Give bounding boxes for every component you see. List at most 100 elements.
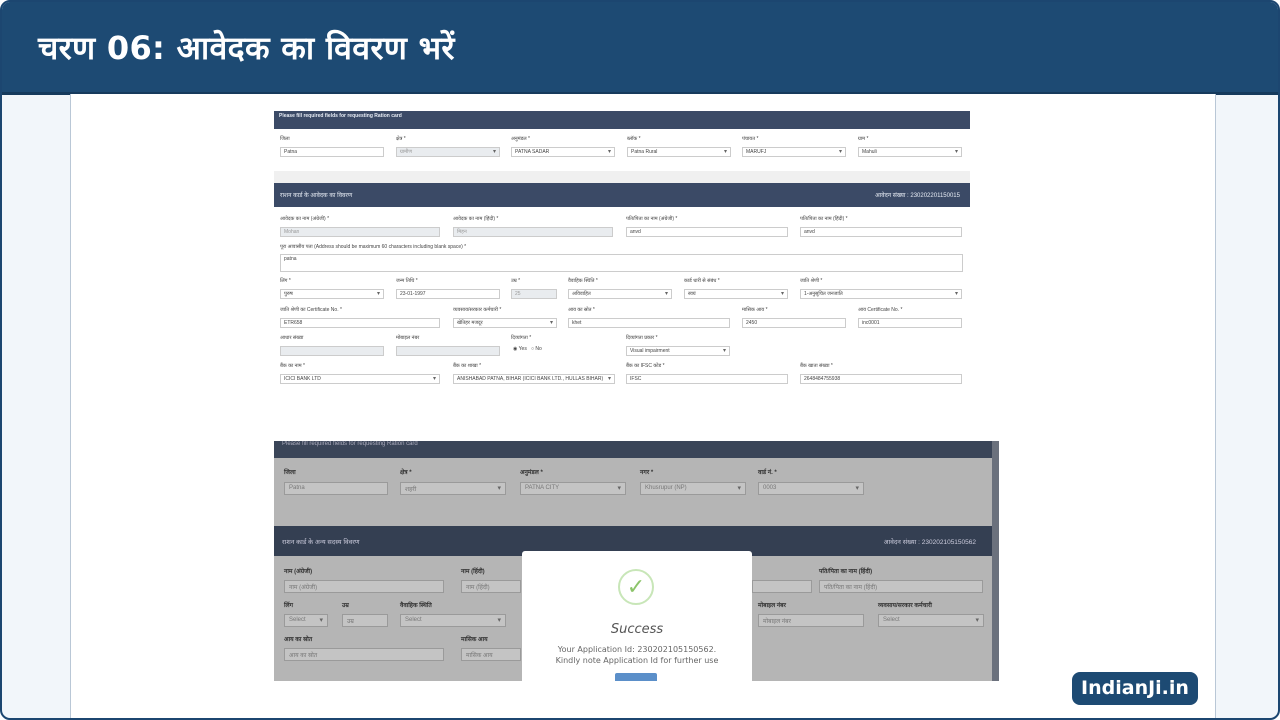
name-eng-field[interactable]: Mohan [280,227,440,237]
application-number: आवेदन संख्या : 230202201150015 [875,193,960,199]
village-label: ग्राम * [858,136,869,142]
section-title: राशन कार्ड के अन्य सदस्य विवरण [282,539,360,546]
monthly-income-label: मासिक आय [461,637,488,643]
form-notice: Please fill required fields for requesti… [279,113,402,119]
account-field[interactable]: 2648484755938 [800,374,962,384]
name-hin-field[interactable]: मिहन [453,227,613,237]
section-gap [274,171,970,183]
area-label: क्षेत्र * [396,136,406,142]
dob-label: जन्म तिथि * [396,278,418,284]
mobile-field[interactable]: मोबाइल नंबर [758,614,864,627]
account-label: बैंक खाता संख्या * [800,363,833,369]
aadhaar-field[interactable] [280,346,384,356]
title-banner: चरण 06: आवेदक का विवरण भरें [2,2,1278,95]
ward-label: वार्ड नं. * [758,470,777,476]
income-source-label: आय का स्रोत * [568,307,595,313]
panchayat-label: पंचायत * [742,136,759,142]
caste-cert-label: जाति श्रेणी का Certificate No. * [280,307,342,313]
monthly-income-field[interactable]: 2450 [742,318,846,328]
caste-label: जाति श्रेणी * [800,278,823,284]
subdivision-select[interactable]: PATNA SADAR [511,147,615,157]
bank-name-label: बैंक का नाम * [280,363,306,369]
form-notice-bar: Please fill required fields for requesti… [274,441,992,458]
gender-label: लिंग * [280,278,291,284]
gender-label: लिंग [284,603,294,609]
husband-hin-label: पति/पिता का नाम (हिंदी) * [800,216,848,222]
page-title: चरण 06: आवेदक का विवरण भरें [38,29,455,67]
panchayat-select[interactable]: MARUFJ [742,147,846,157]
area-select[interactable]: ग्रामीण [396,147,500,157]
occupation-label: व्यवसाय/सरकार कर्मचारी [878,603,932,609]
city-select[interactable]: Khusrupur (NP) [640,482,746,495]
income-cert-field[interactable]: inc0001 [858,318,962,328]
income-source-field[interactable]: आय का स्रोत [284,648,444,661]
marital-select[interactable]: अविवाहित [568,289,672,299]
disability-yes-label: Yes [518,346,527,352]
city-label: नगर * [640,470,654,476]
ifsc-label: बैंक का IFSC कोड * [626,363,665,369]
husband-eng-field[interactable]: anvd [626,227,788,237]
income-cert-label: आय Certificate No. * [858,307,903,313]
ward-select[interactable]: 0003 [758,482,864,495]
dob-field[interactable]: 23-01-1997 [396,289,500,299]
husband-eng-field[interactable] [752,580,812,593]
disability-no-radio[interactable]: ○ No [531,346,542,352]
occupation-select[interactable]: Select [878,614,984,627]
modal-application-id: Your Application Id: 230202105150562. [557,645,717,654]
bank-branch-label: बैंक का शाखा * [453,363,482,369]
age-field[interactable]: 25 [511,289,557,299]
husband-hin-field[interactable]: पति/पिता का नाम (हिंदी) [819,580,983,593]
district-field[interactable]: Patna [284,482,388,495]
marital-select[interactable]: Select [400,614,506,627]
disability-no-label: No [535,346,542,352]
scroll-edge [992,441,999,681]
success-modal: ✓ Success Your Application Id: 230202105… [522,551,752,681]
district-label: जिला [284,470,296,476]
caste-select[interactable]: 1-अनुसूचित जनजाति [800,289,962,299]
monthly-income-field[interactable]: मासिक आय [461,648,521,661]
modal-ok-button[interactable] [615,673,657,681]
disability-type-select[interactable]: Visual impairment [626,346,730,356]
address-textarea[interactable]: patna [280,254,963,272]
application-number: आवेदन संख्या : 230202105150562 [883,539,976,546]
village-select[interactable]: Mahuli [858,147,962,157]
disability-yes-radio[interactable]: ◉ Yes [513,346,527,352]
mobile-field[interactable] [396,346,500,356]
block-select[interactable]: Patna Rural [627,147,731,157]
name-hin-label: नाम (हिंदी) [461,569,485,575]
disability-label: दिव्यांगता * [511,335,532,341]
subdivision-label: अनुमंडल * [511,136,530,142]
bank-branch-select[interactable]: ANISHABAD PATNA, BIHAR (ICICI BANK LTD.,… [453,374,615,384]
gender-select[interactable]: Select [284,614,328,627]
subdivision-label: अनुमंडल * [520,470,543,476]
member-form-screenshot: Please fill required fields for requesti… [274,441,999,681]
name-eng-label: नाम (अंग्रेजी) [284,569,313,575]
block-label: ब्लॉक * [627,136,641,142]
applicant-form-screenshot: Please fill required fields for requesti… [274,111,970,390]
relation-select[interactable]: स्वयं [684,289,788,299]
area-select[interactable]: शहरी [400,482,506,495]
ifsc-field[interactable]: IFSC [626,374,788,384]
success-check-icon: ✓ [618,569,654,605]
name-hin-field[interactable]: नाम (हिंदी) [461,580,521,593]
mobile-label: मोबाइल नंबर [758,603,787,609]
gender-select[interactable]: पुरुष [280,289,384,299]
occupation-select[interactable]: खेतिहर मजदूर [453,318,557,328]
husband-hin-label: पति/पिता का नाम (हिंदी) [819,569,873,575]
area-label: क्षेत्र * [400,470,412,476]
aadhaar-label: आधार संख्या [280,335,304,341]
occupation-label: व्यवसाय/सरकार कर्मचारी * [453,307,502,313]
monthly-income-label: मासिक आय * [742,307,768,313]
caste-cert-field[interactable]: ETR658 [280,318,440,328]
income-source-field[interactable]: khet [568,318,730,328]
bank-name-select[interactable]: ICICI BANK LTD [280,374,440,384]
district-label: जिला [280,136,290,142]
disability-type-label: दिव्यांगता प्रकार * [626,335,658,341]
district-field[interactable]: Patna [280,147,384,157]
subdivision-select[interactable]: PATNA CITY [520,482,626,495]
husband-hin-field[interactable]: anvd [800,227,962,237]
name-eng-field[interactable]: नाम (अंग्रेजी) [284,580,444,593]
age-field[interactable]: उम्र [342,614,388,627]
modal-title: Success [610,622,664,637]
brand-logo: IndianJi.in [1072,672,1198,705]
